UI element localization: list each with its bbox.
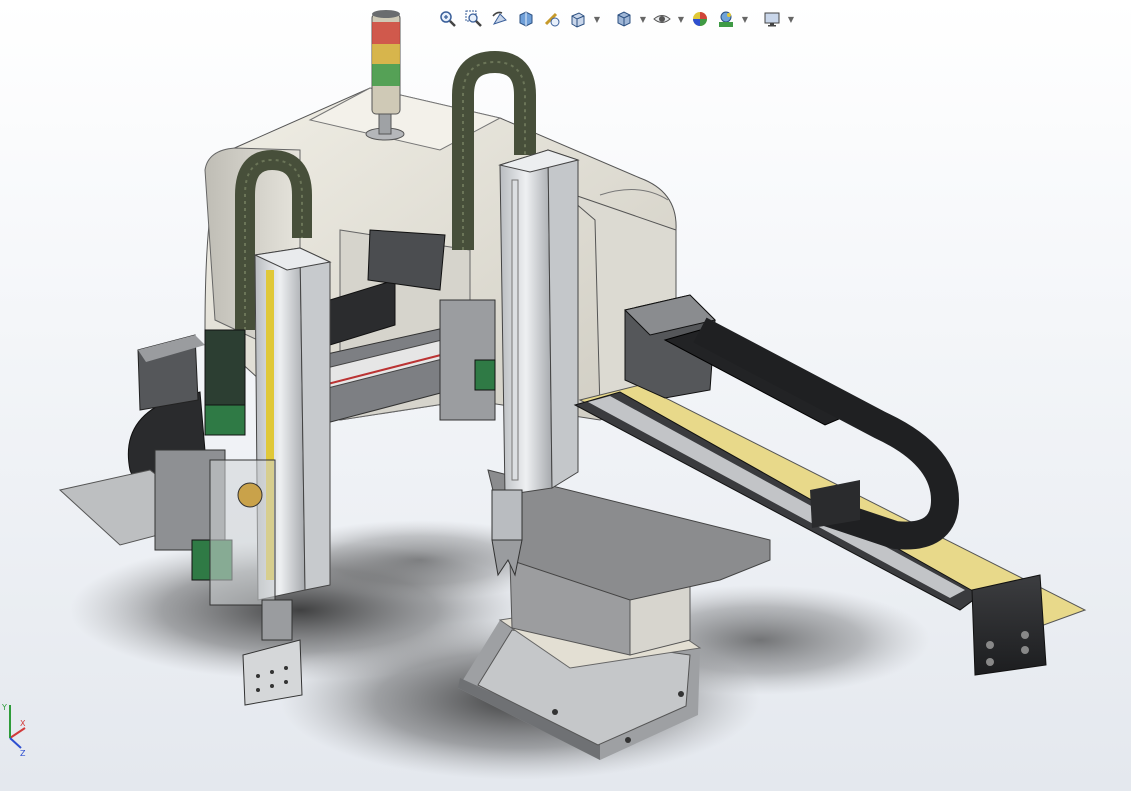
zoom-to-fit-icon[interactable]	[436, 7, 460, 31]
display-style-dropdown-icon[interactable]: ▼	[638, 7, 648, 31]
triad-y-label: Y	[1, 703, 7, 712]
zoom-to-area-icon[interactable]	[462, 7, 486, 31]
apply-scene-icon[interactable]	[714, 7, 738, 31]
apply-scene-dropdown-icon[interactable]: ▼	[740, 7, 750, 31]
hide-show-items-icon[interactable]	[650, 7, 674, 31]
display-style-icon[interactable]	[612, 7, 636, 31]
graphics-viewport[interactable]: X Y Z	[0, 0, 1131, 791]
view-orientation-icon[interactable]	[566, 7, 590, 31]
triad-z-label: Z	[20, 749, 26, 758]
triad-x-label: X	[20, 719, 26, 728]
view-settings-dropdown-icon[interactable]: ▼	[786, 7, 796, 31]
previous-view-icon[interactable]	[488, 7, 512, 31]
heads-up-view-toolbar: ▼ ▼ ▼ ▼ ▼	[436, 6, 796, 32]
section-view-icon[interactable]	[514, 7, 538, 31]
view-settings-icon[interactable]	[760, 7, 784, 31]
view-triad: X Y Z	[1, 703, 26, 758]
dynamic-annotation-views-icon[interactable]	[540, 7, 564, 31]
hide-show-items-dropdown-icon[interactable]: ▼	[676, 7, 686, 31]
view-orientation-dropdown-icon[interactable]: ▼	[592, 7, 602, 31]
edit-appearance-icon[interactable]	[688, 7, 712, 31]
